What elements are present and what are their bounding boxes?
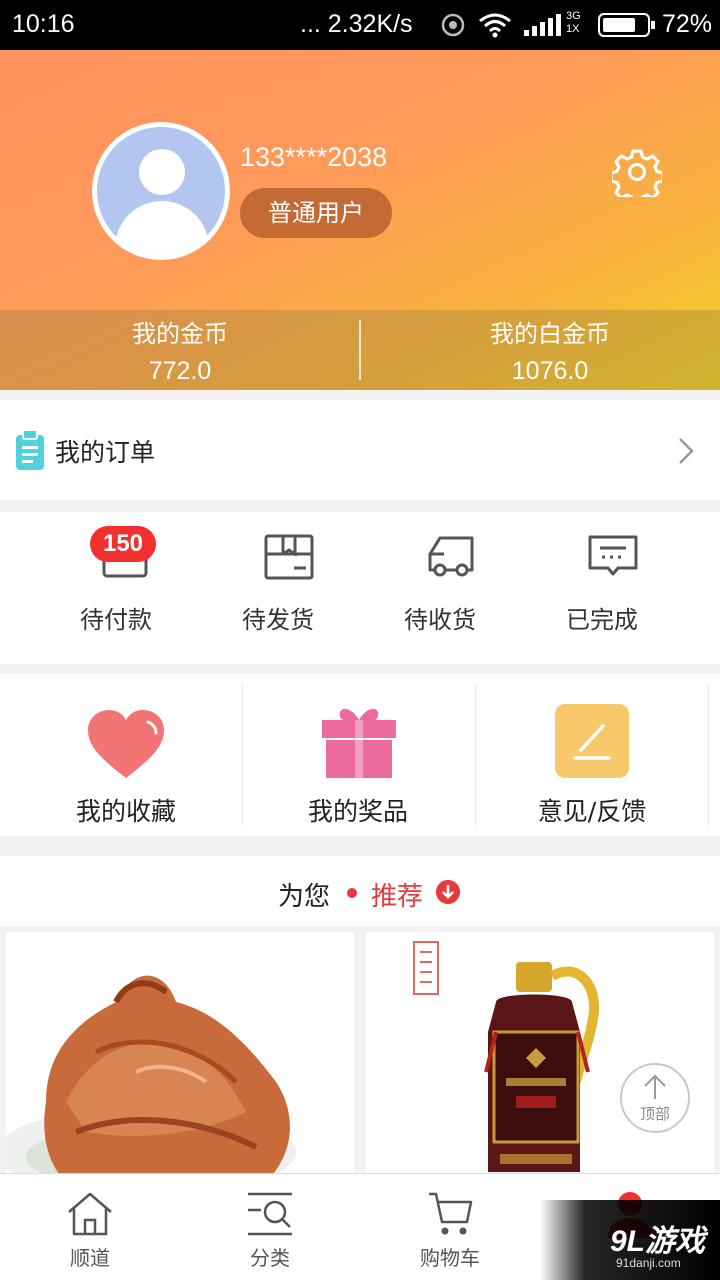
pending-payment-badge: 150	[90, 526, 156, 562]
avatar[interactable]	[92, 122, 230, 260]
watermark-domain: 91danji.com	[616, 1256, 681, 1270]
status-pending-payment[interactable]: 待付款 150	[36, 512, 196, 664]
cell-signal-icon	[524, 14, 561, 36]
status-pending-shipment-label: 待发货	[242, 606, 314, 634]
feedback-label: 意见/反馈	[537, 797, 647, 826]
product-card[interactable]	[6, 932, 354, 1182]
chevron-right-icon	[679, 438, 694, 464]
gift-icon	[322, 708, 396, 778]
my-prizes[interactable]: 我的奖品	[238, 674, 478, 836]
status-time: 10:16	[12, 10, 75, 38]
coin-summary: 我的金币 772.0 我的白金币 1076.0	[0, 310, 720, 390]
clipboard-icon	[16, 430, 44, 470]
nav-category[interactable]: 分类	[180, 1174, 360, 1280]
my-orders-row[interactable]: 我的订单	[0, 400, 720, 500]
back-to-top-button[interactable]: 顶部	[620, 1063, 690, 1133]
battery-icon	[598, 13, 655, 37]
arrow-up-icon	[644, 1074, 666, 1099]
avatar-body	[115, 201, 209, 255]
my-favorites-label: 我的收藏	[75, 797, 176, 826]
status-pending-receipt-label: 待收货	[404, 606, 476, 634]
status-pending-payment-label: 待付款	[80, 606, 152, 634]
status-completed-label: 已完成	[566, 606, 638, 634]
feedback-icon	[555, 704, 629, 778]
heart-icon	[88, 710, 164, 778]
network-type: 3G 1X	[566, 10, 581, 35]
gold-coins-label: 我的金币	[132, 320, 228, 348]
platinum-coins-label: 我的白金币	[490, 320, 610, 348]
watermark: 9L游戏 91danji.com	[540, 1200, 720, 1280]
search-list-icon	[248, 1192, 292, 1236]
recommend-header: 为您 推荐	[0, 856, 720, 926]
wifi-icon	[479, 13, 511, 38]
nav-cart[interactable]: 购物车	[360, 1174, 540, 1280]
nav-home-label: 顺道	[70, 1246, 110, 1270]
platinum-coins-value: 1076.0	[511, 357, 589, 385]
cart-icon	[429, 1192, 473, 1235]
product-image	[413, 941, 600, 1172]
status-completed[interactable]: 已完成	[522, 512, 682, 664]
gold-coins-value: 772.0	[148, 357, 212, 385]
nav-cart-label: 购物车	[420, 1246, 480, 1270]
feedback[interactable]: 意见/反馈	[472, 674, 712, 836]
order-status-row: 待付款 150 待发货 待收货 已完成	[0, 512, 720, 664]
avatar-head	[139, 149, 185, 195]
network-speed: ... 2.32K/s	[300, 10, 413, 38]
coin-divider	[359, 320, 361, 380]
recommend-prefix: 为您	[278, 882, 331, 912]
package-icon	[264, 534, 314, 580]
user-phone: 133****2038	[240, 142, 388, 172]
status-bar: 10:16 ... 2.32K/s 3G 1X 72%	[0, 0, 720, 50]
status-pending-receipt[interactable]: 待收货	[360, 512, 520, 664]
back-to-top-label: 顶部	[639, 1105, 670, 1123]
recommend-dot	[347, 888, 357, 898]
profile-header: 133****2038 普通用户 我的金币 772.0 我的白金币 1076.0	[0, 50, 720, 390]
my-prizes-label: 我的奖品	[307, 797, 408, 826]
watermark-brand: 9L游戏	[610, 1225, 706, 1258]
home-icon	[68, 1192, 112, 1236]
status-pending-shipment[interactable]: 待发货	[198, 512, 358, 664]
nav-home[interactable]: 顺道	[0, 1174, 180, 1280]
product-image	[6, 975, 296, 1182]
my-favorites[interactable]: 我的收藏	[6, 674, 246, 836]
my-orders-title: 我的订单	[55, 438, 156, 467]
arrow-down-icon	[436, 880, 460, 904]
gold-coins[interactable]: 我的金币 772.0	[0, 310, 360, 390]
app-root: 10:16 ... 2.32K/s 3G 1X 72% 133****2038 …	[0, 0, 720, 1280]
user-type-badge: 普通用户	[240, 188, 392, 238]
battery-percent: 72%	[662, 10, 713, 38]
message-icon	[588, 535, 638, 576]
hotspot-icon	[441, 13, 465, 37]
feature-divider	[708, 684, 709, 826]
platinum-coins[interactable]: 我的白金币 1076.0	[370, 310, 720, 390]
nav-category-label: 分类	[250, 1246, 290, 1270]
product-card[interactable]	[366, 932, 714, 1182]
feature-row: 我的收藏 我的奖品 意见/反馈	[0, 674, 720, 836]
gear-icon[interactable]	[612, 147, 662, 197]
truck-icon	[428, 536, 474, 577]
recommend-highlight: 推荐	[371, 882, 424, 912]
